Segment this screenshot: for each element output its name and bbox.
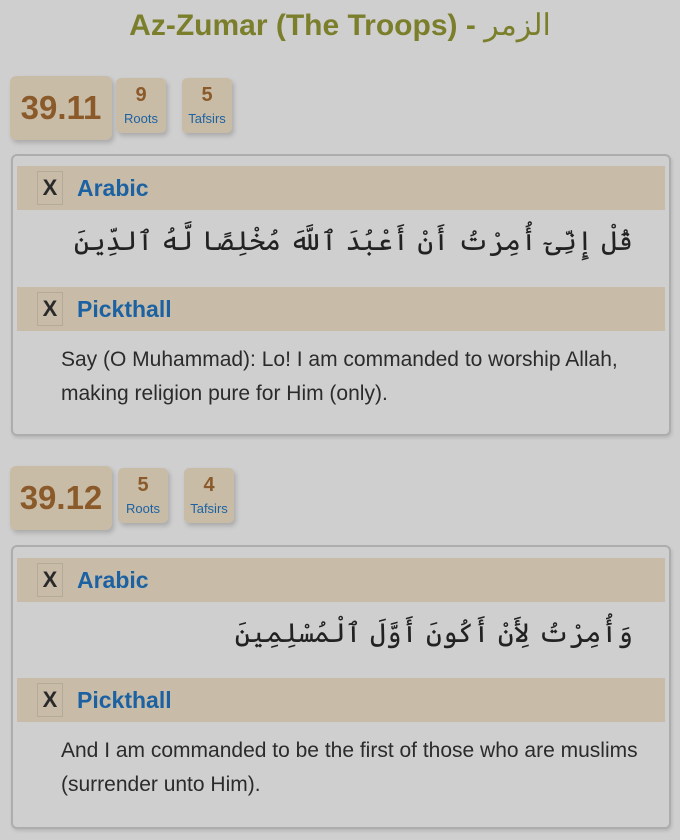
close-section-button[interactable]: X — [37, 683, 63, 717]
section-label-pickthall[interactable]: Pickthall — [77, 287, 172, 331]
roots-button[interactable]: 9 Roots — [116, 78, 166, 133]
roots-button[interactable]: 5 Roots — [118, 468, 168, 523]
section-label-arabic[interactable]: Arabic — [77, 558, 149, 602]
translation-text: And I am commanded to be the first of th… — [61, 739, 638, 796]
tafsirs-count: 5 — [201, 84, 213, 106]
translation-text: Say (O Muhammad): Lo! I am commanded to … — [61, 348, 618, 405]
close-section-button[interactable]: X — [37, 171, 63, 205]
roots-count: 5 — [137, 474, 149, 496]
section-header-pickthall: X Pickthall — [17, 287, 665, 331]
section-header-pickthall: X Pickthall — [17, 678, 665, 722]
tafsirs-label: Tafsirs — [188, 111, 226, 126]
page-title: Az-Zumar (The Troops) - الزمر — [0, 8, 680, 43]
close-section-button[interactable]: X — [37, 292, 63, 326]
roots-label: Roots — [126, 501, 160, 516]
verse-reference: 39.12 — [10, 466, 112, 530]
section-label-pickthall[interactable]: Pickthall — [77, 678, 172, 722]
verse-card: X Arabic وَأُمِرْتُ لِأَنْ أَكُونَ أَوَّ… — [11, 545, 671, 829]
verse-card: X Arabic قُلْ إِنِّىٓ أُمِرْتُ أَنْ أَعْ… — [11, 154, 671, 436]
close-section-button[interactable]: X — [37, 563, 63, 597]
tafsirs-count: 4 — [203, 474, 215, 496]
verse-reference: 39.11 — [10, 76, 112, 140]
tafsirs-button[interactable]: 4 Tafsirs — [184, 468, 234, 523]
section-header-arabic: X Arabic — [17, 558, 665, 602]
section-header-arabic: X Arabic — [17, 166, 665, 210]
tafsirs-label: Tafsirs — [190, 501, 228, 516]
page-title-arabic: الزمر — [484, 8, 551, 43]
roots-label: Roots — [124, 111, 158, 126]
tafsirs-button[interactable]: 5 Tafsirs — [182, 78, 232, 133]
arabic-verse-text: قُلْ إِنِّىٓ أُمِرْتُ أَنْ أَعْبُدَ ٱللَ… — [73, 226, 633, 257]
arabic-verse-text: وَأُمِرْتُ لِأَنْ أَكُونَ أَوَّلَ ٱلْمُس… — [234, 618, 633, 649]
page-title-english: Az-Zumar (The Troops) - — [129, 9, 476, 42]
roots-count: 9 — [135, 84, 147, 106]
section-label-arabic[interactable]: Arabic — [77, 166, 149, 210]
